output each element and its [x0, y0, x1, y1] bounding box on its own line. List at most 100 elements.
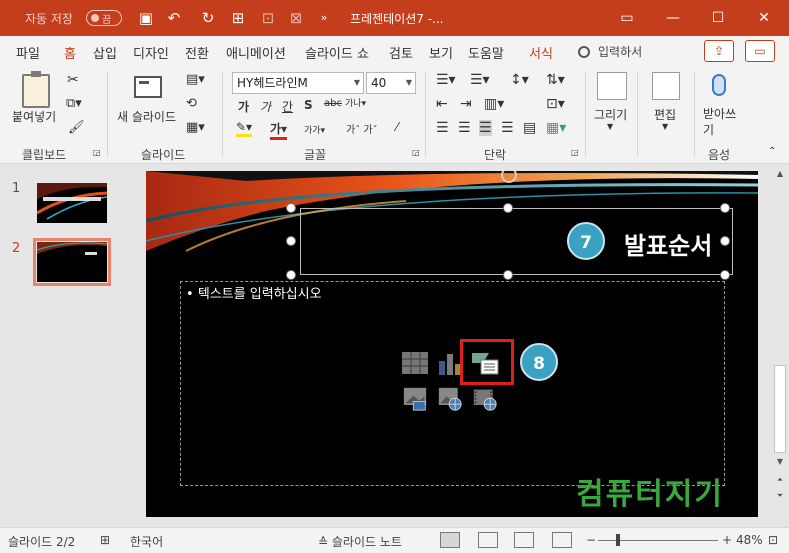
smartart-icon[interactable]: ▦▾ — [546, 120, 566, 136]
scroll-up-icon[interactable]: ▲ — [775, 169, 785, 178]
tab-animations[interactable]: 애니메이션 — [226, 43, 286, 62]
numbering-icon[interactable]: ☰▾ — [470, 72, 490, 88]
select-icon[interactable]: ⊠ — [286, 8, 306, 28]
paste-icon[interactable] — [22, 71, 50, 108]
drawing-button[interactable]: 그리기 — [594, 106, 627, 123]
slideshow-view-icon[interactable] — [552, 532, 572, 548]
comment-button[interactable]: ▭ — [745, 40, 775, 62]
clear-format-icon[interactable]: ⁄ — [396, 120, 398, 134]
tab-insert[interactable]: 삽입 — [93, 43, 117, 62]
maximize-icon[interactable]: ☐ — [701, 6, 735, 30]
align-left-icon[interactable]: ☰ — [436, 120, 449, 136]
tab-transitions[interactable]: 전환 — [185, 43, 209, 62]
slide-sorter-icon[interactable] — [478, 532, 498, 548]
tab-file[interactable]: 파일 — [16, 43, 40, 62]
tab-home[interactable]: 홈 — [64, 43, 76, 68]
zoom-level[interactable]: 48% — [736, 533, 763, 547]
more-icon[interactable]: » — [314, 8, 334, 28]
fit-slide-icon[interactable]: ⊡ — [768, 533, 778, 547]
scroll-down-icon[interactable]: ▼ — [775, 457, 785, 466]
reset-icon[interactable]: ⟲ — [186, 96, 197, 111]
slide-thumbnail-2[interactable] — [33, 238, 111, 286]
normal-view-icon[interactable] — [440, 532, 460, 548]
find-icon[interactable] — [652, 72, 680, 100]
align-right-icon[interactable]: ☰ — [479, 120, 492, 136]
layout-icon[interactable]: ▤▾ — [186, 72, 205, 87]
tab-view[interactable]: 보기 — [429, 43, 453, 62]
redo-icon[interactable]: ↻ — [198, 8, 218, 28]
zoom-in-icon[interactable]: + — [722, 533, 732, 547]
decrease-indent-icon[interactable]: ⇤ — [436, 96, 448, 112]
font-family-select[interactable]: HY헤드라인M ▼ — [232, 72, 364, 94]
close-icon[interactable]: ✕ — [747, 6, 781, 30]
italic-icon[interactable]: 가 — [260, 98, 271, 115]
copy-icon[interactable]: ⧉▾ — [66, 96, 82, 111]
direction-icon[interactable]: ⇅▾ — [546, 72, 565, 88]
grow-font-icon[interactable]: 가ˆ 가ˇ — [346, 121, 378, 136]
resize-handle[interactable] — [720, 203, 730, 213]
editing-button[interactable]: 편집 — [654, 106, 676, 123]
tab-help[interactable]: 도움말 — [468, 43, 504, 62]
insert-picture-icon[interactable] — [401, 387, 429, 411]
undo-icon[interactable]: ↶ — [164, 8, 184, 28]
new-slide-icon[interactable] — [134, 76, 162, 98]
insert-online-picture-icon[interactable] — [436, 387, 464, 411]
font-size-select[interactable]: 40 ▼ — [366, 72, 416, 94]
justify-icon[interactable]: ☰ — [501, 120, 514, 136]
microphone-icon[interactable] — [712, 74, 726, 96]
resize-handle[interactable] — [720, 236, 730, 246]
dialog-launcher-icon[interactable]: ◲ — [412, 148, 420, 157]
present-icon[interactable]: ⊞ — [228, 8, 248, 28]
resize-handle[interactable] — [286, 236, 296, 246]
line-spacing-icon[interactable]: ↕▾ — [510, 72, 529, 88]
resize-handle[interactable] — [286, 203, 296, 213]
new-slide-button[interactable]: 새 슬라이드 — [117, 108, 176, 125]
distributed-icon[interactable]: ▤ — [523, 120, 536, 136]
zoom-out-icon[interactable]: − — [586, 533, 596, 547]
resize-handle[interactable] — [286, 270, 296, 280]
underline-icon[interactable]: 간 — [282, 98, 293, 115]
slide-canvas[interactable]: 7 발표순서 • 텍스트를 입력하십시오 8 컴퓨터지기 — [146, 171, 758, 517]
format-painter-icon[interactable]: 🖌 — [68, 120, 85, 135]
paste-button[interactable]: 붙여넣기 — [12, 108, 56, 125]
reading-view-icon[interactable] — [514, 532, 534, 548]
next-slide-icon[interactable]: ⏷ — [775, 491, 785, 501]
resize-handle[interactable] — [503, 270, 513, 280]
slide-title[interactable]: 발표순서 — [624, 226, 712, 261]
align-center-icon[interactable]: ☰ — [458, 120, 471, 136]
strikethrough-icon[interactable]: abc — [324, 98, 342, 109]
insert-video-icon[interactable] — [471, 387, 499, 411]
notes-button[interactable]: ≙ 슬라이드 노트 — [318, 533, 402, 550]
shadow-icon[interactable]: S — [304, 98, 313, 112]
save-icon[interactable]: ▣ — [136, 8, 156, 28]
dialog-launcher-icon[interactable]: ◲ — [93, 148, 101, 157]
cut-icon[interactable]: ✂ — [67, 72, 79, 88]
tab-slideshow[interactable]: 슬라이드 쇼 — [305, 43, 369, 62]
section-icon[interactable]: ▦▾ — [186, 120, 205, 135]
search-box[interactable]: 입력하서 — [578, 43, 642, 60]
ribbon-display-icon[interactable]: ▭ — [610, 6, 644, 30]
accessibility-icon[interactable]: ⊞ — [100, 533, 110, 547]
bullets-icon[interactable]: ☰▾ — [436, 72, 456, 88]
dialog-launcher-icon[interactable]: ◲ — [571, 148, 579, 157]
vertical-scrollbar[interactable]: ▲ ▼ ⏶ ⏷ — [772, 165, 789, 527]
content-placeholder[interactable] — [180, 281, 725, 486]
zoom-slider-knob[interactable] — [616, 534, 620, 546]
columns-icon[interactable]: ▥▾ — [484, 96, 504, 112]
slide-thumbnail-1[interactable] — [37, 183, 107, 223]
previous-slide-icon[interactable]: ⏶ — [775, 475, 785, 485]
tab-review[interactable]: 검토 — [389, 43, 413, 62]
increase-indent-icon[interactable]: ⇥ — [460, 96, 472, 112]
tab-format[interactable]: 서식 — [529, 43, 553, 62]
shapes-icon[interactable] — [597, 72, 627, 100]
dictate-button[interactable]: 받아쓰기 — [703, 106, 743, 138]
bold-icon[interactable]: 가 — [238, 98, 249, 115]
font-color-icon[interactable]: 가▾ — [270, 120, 288, 140]
collapse-ribbon-icon[interactable]: ⌃ — [768, 146, 776, 157]
resize-handle[interactable] — [503, 203, 513, 213]
resize-handle[interactable] — [720, 270, 730, 280]
minimize-icon[interactable]: — — [656, 6, 690, 30]
insert-table-icon[interactable] — [401, 351, 429, 375]
share-button[interactable]: ⇪ — [704, 40, 734, 62]
scrollbar-thumb[interactable] — [774, 365, 786, 453]
